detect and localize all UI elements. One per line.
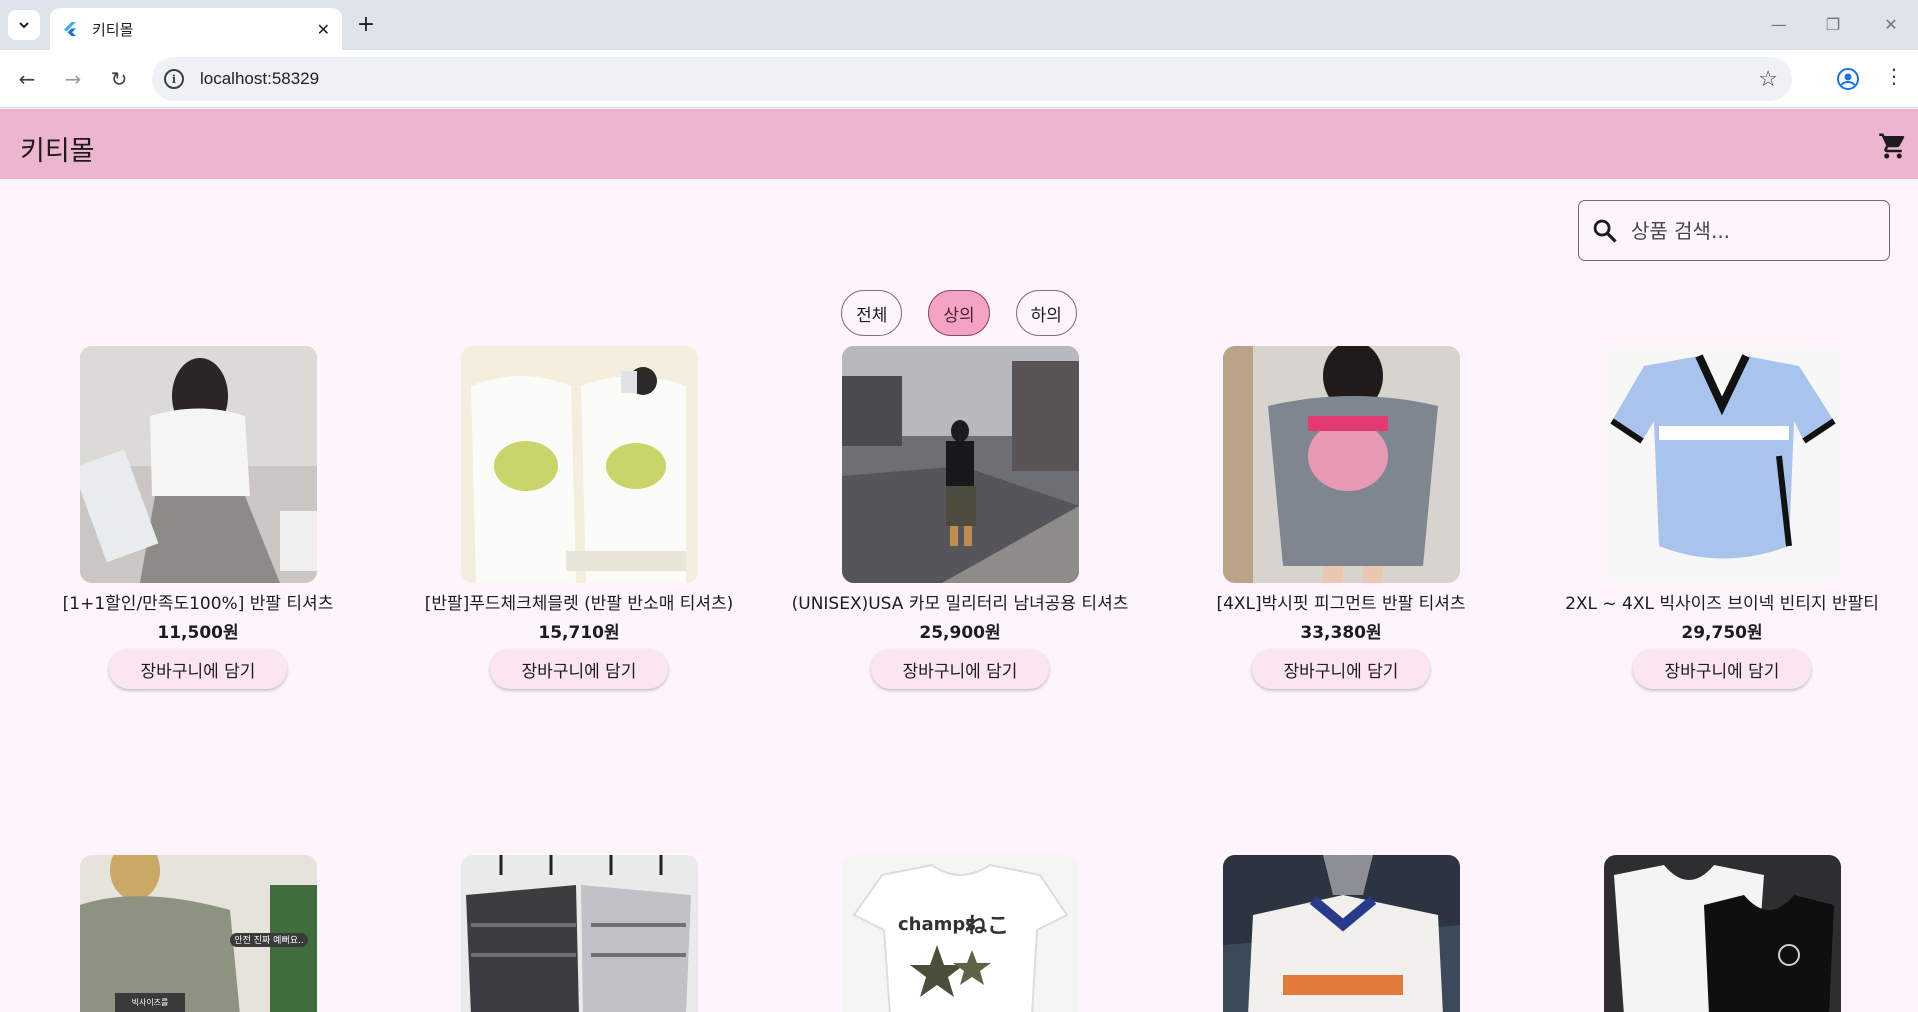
product-price: 11,500원 [157, 623, 239, 643]
product-name: [1+1할인/만족도100%] 반팔 티셔츠 [62, 594, 334, 614]
shopping-cart-icon[interactable] [1878, 131, 1908, 161]
button-label: 장바구니에 담기 [521, 661, 637, 682]
product-card [389, 855, 769, 1012]
product-card: [반팔]푸드체크체믈렛 (반팔 반소매 티셔츠) 15,710원 장바구니에 담… [389, 346, 769, 689]
forward-icon[interactable]: → [58, 64, 88, 94]
add-to-cart-button[interactable]: 장바구니에 담기 [1633, 649, 1811, 689]
tab-search-button[interactable] [8, 10, 40, 40]
chip-all[interactable]: 전체 [841, 290, 903, 336]
app-title: 키티몰 [20, 136, 95, 167]
button-label: 장바구니에 담기 [1664, 661, 1780, 682]
product-card [1151, 855, 1531, 1012]
chip-label: 상의 [943, 305, 975, 326]
product-name: [반팔]푸드체크체믈렛 (반팔 반소매 티셔츠) [424, 594, 734, 614]
product-image[interactable] [79, 346, 317, 583]
product-card: [4XL]박시핏 피그먼트 반팔 티셔츠 33,380원 장바구니에 담기 [1151, 346, 1531, 689]
site-info-icon[interactable]: i [164, 69, 184, 89]
product-price: 25,900원 [919, 623, 1001, 643]
product-price: 33,380원 [1300, 623, 1382, 643]
button-label: 장바구니에 담기 [902, 661, 1018, 682]
browser-toolbar: ← → ↻ i localhost:58329 ☆ ⋮ [0, 50, 1918, 108]
image-text: ねこ [964, 914, 1008, 939]
category-filter: 전체 상의 하의 [0, 290, 1918, 336]
chevron-down-icon [19, 22, 29, 29]
product-price: 15,710원 [538, 623, 620, 643]
flutter-icon [64, 22, 76, 36]
product-card: [1+1할인/만족도100%] 반팔 티셔츠 11,500원 장바구니에 담기 [8, 346, 388, 689]
add-to-cart-button[interactable]: 장바구니에 담기 [1252, 649, 1430, 689]
product-image[interactable] [460, 346, 698, 583]
chip-label: 전체 [856, 305, 888, 326]
chip-tops[interactable]: 상의 [928, 290, 990, 336]
product-card: (UNISEX)USA 카모 밀리터리 남녀공용 티셔츠 25,900원 장바구… [770, 346, 1150, 689]
button-label: 장바구니에 담기 [140, 661, 256, 682]
chip-label: 하의 [1030, 305, 1062, 326]
minimize-icon[interactable]: — [1764, 10, 1794, 38]
tab-title: 키티몰 [92, 20, 134, 39]
profile-icon[interactable] [1836, 67, 1860, 91]
product-image[interactable] [460, 855, 698, 1012]
product-card: 2XL ~ 4XL 빅사이즈 브이넥 빈티지 반팔티 29,750원 장바구니에… [1532, 346, 1912, 689]
restore-icon[interactable]: ❐ [1818, 10, 1848, 38]
product-image[interactable] [1222, 855, 1460, 1012]
browser-tab-strip: 키티몰 ✕ + — ❐ ✕ [0, 0, 1918, 50]
image-caption: 빅사이즈를 [131, 997, 168, 1007]
product-name: [4XL]박시핏 피그먼트 반팔 티셔츠 [1216, 594, 1466, 614]
image-caption: 안전 진짜 예뻐요.. [234, 935, 303, 946]
button-label: 장바구니에 담기 [1283, 661, 1399, 682]
product-price: 29,750원 [1681, 623, 1763, 643]
browser-tab[interactable]: 키티몰 ✕ [50, 8, 342, 50]
product-image[interactable] [1222, 346, 1460, 583]
add-to-cart-button[interactable]: 장바구니에 담기 [871, 649, 1049, 689]
product-image[interactable] [841, 346, 1079, 583]
product-image[interactable] [1603, 346, 1841, 583]
search-icon [1593, 219, 1617, 243]
app-bar: 키티몰 [0, 109, 1918, 179]
add-to-cart-button[interactable]: 장바구니에 담기 [490, 649, 668, 689]
url-text: localhost:58329 [200, 69, 320, 88]
add-to-cart-button[interactable]: 장바구니에 담기 [109, 649, 287, 689]
address-bar[interactable]: i localhost:58329 ☆ [152, 57, 1792, 101]
chip-bottoms[interactable]: 하의 [1015, 290, 1077, 336]
reload-icon[interactable]: ↻ [104, 64, 134, 94]
back-icon[interactable]: ← [12, 64, 42, 94]
browser-menu-icon[interactable]: ⋮ [1884, 64, 1904, 88]
close-window-icon[interactable]: ✕ [1876, 10, 1906, 38]
product-image[interactable] [1603, 855, 1841, 1012]
new-tab-button[interactable]: + [352, 10, 380, 38]
product-search-field[interactable] [1578, 200, 1890, 261]
product-card: champs ねこ [770, 855, 1150, 1012]
bookmark-star-icon[interactable]: ☆ [1758, 67, 1778, 92]
product-name: (UNISEX)USA 카모 밀리터리 남녀공용 티셔츠 [791, 594, 1129, 614]
product-name: 2XL ~ 4XL 빅사이즈 브이넥 빈티지 반팔티 [1565, 594, 1879, 614]
product-card [1532, 855, 1912, 1012]
search-input[interactable] [1631, 218, 1871, 243]
product-image[interactable]: 안전 진짜 예뻐요.. 빅사이즈를 [79, 855, 317, 1012]
product-card: 안전 진짜 예뻐요.. 빅사이즈를 [8, 855, 388, 1012]
product-image[interactable]: champs ねこ [841, 855, 1079, 1012]
tab-close-icon[interactable]: ✕ [317, 20, 330, 39]
